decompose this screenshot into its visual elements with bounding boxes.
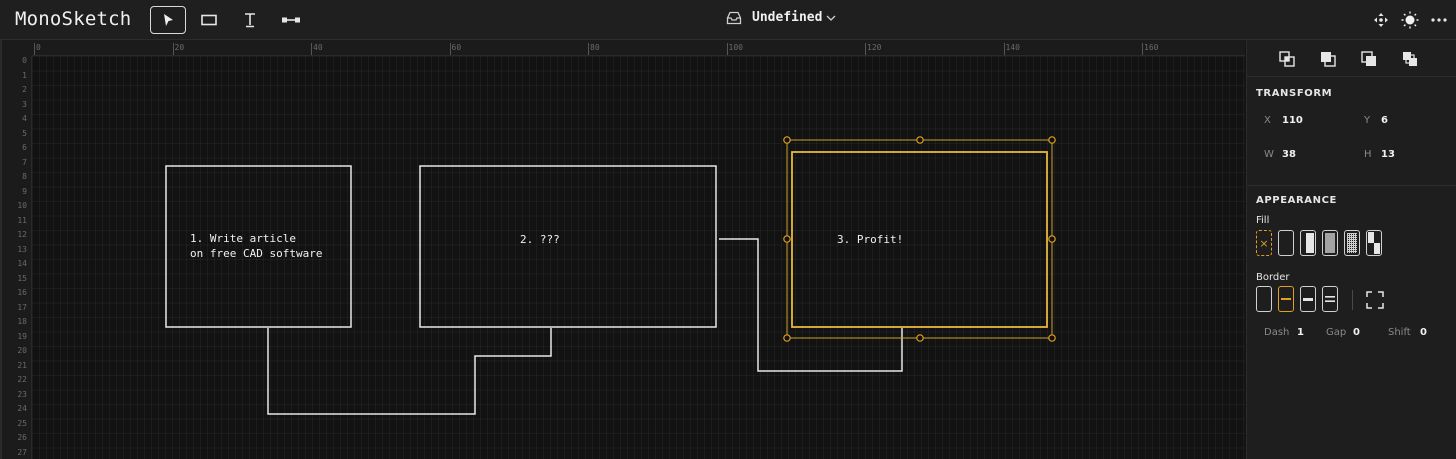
dash-label: Dash — [1264, 327, 1290, 338]
grid-fill-icon — [1347, 233, 1357, 253]
select-tool-button[interactable] — [150, 6, 186, 34]
send-to-back-button[interactable] — [1401, 50, 1419, 68]
line-tool-button[interactable] — [273, 6, 309, 34]
panel-divider — [1247, 76, 1456, 77]
connector-line-2[interactable] — [719, 238, 903, 372]
line-icon — [282, 17, 300, 23]
connector-line-1[interactable] — [267, 328, 552, 415]
rectangle-tool-button[interactable] — [191, 6, 227, 34]
border-none-option[interactable] — [1256, 286, 1272, 312]
y-label: Y — [1364, 115, 1371, 126]
theme-toggle-button[interactable] — [1400, 10, 1420, 30]
dash-value-input[interactable]: 1 — [1297, 327, 1304, 338]
border-double-option[interactable] — [1322, 286, 1338, 312]
rectangle-shape-3[interactable] — [791, 151, 1048, 328]
fill-solid-option[interactable] — [1300, 230, 1316, 256]
shape-text-2[interactable]: 2. ??? — [520, 232, 560, 247]
shift-value-input[interactable]: 0 — [1420, 327, 1427, 338]
document-name-dropdown[interactable]: Undefined — [726, 10, 836, 25]
drawing-canvas[interactable]: 0 20 40 60 80 100 120 140 160 0 1 2 3 4 5 6 7 8 9 10 11 12 13… — [0, 40, 1245, 459]
chevron-down-icon — [826, 15, 836, 21]
w-label: W — [1264, 149, 1274, 160]
fill-dotted-option[interactable] — [1322, 230, 1338, 256]
pointer-icon — [164, 14, 173, 26]
border-option-divider — [1352, 290, 1353, 310]
x-label: X — [1264, 115, 1271, 126]
fill-label: Fill — [1256, 215, 1270, 226]
document-name: Undefined — [752, 10, 823, 25]
gap-value-input[interactable]: 0 — [1353, 327, 1360, 338]
app-title: MonoSketch — [15, 8, 132, 30]
selection-handles[interactable] — [783, 136, 1056, 342]
shape-text-1[interactable]: 1. Write article on free CAD software — [190, 231, 322, 261]
rectangle-icon — [201, 14, 217, 26]
panel-divider — [1247, 185, 1456, 186]
x-value-input[interactable]: 110 — [1282, 115, 1303, 126]
more-icon — [1431, 18, 1447, 22]
rectangle-shape-2[interactable] — [419, 165, 717, 328]
h-label: H — [1364, 149, 1372, 160]
bring-forward-button[interactable] — [1319, 50, 1337, 68]
thin-border-icon — [1281, 298, 1291, 300]
w-value-input[interactable]: 38 — [1282, 149, 1296, 160]
move-button[interactable] — [1371, 10, 1391, 30]
bold-border-icon — [1303, 297, 1313, 301]
shift-label: Shift — [1388, 327, 1411, 338]
appearance-section-title: APPEARANCE — [1256, 195, 1337, 206]
corner-frame-icon — [1366, 291, 1384, 309]
top-toolbar: MonoSketch Undefined — [0, 0, 1456, 40]
send-to-back-icon — [1403, 52, 1417, 66]
send-backward-icon — [1361, 51, 1376, 66]
rounded-corner-button[interactable] — [1364, 289, 1386, 311]
transform-section-title: TRANSFORM — [1256, 88, 1333, 99]
properties-panel: TRANSFORM X 110 Y 6 W 38 H 13 APPEARANCE… — [1246, 40, 1456, 459]
dotted-fill-icon — [1325, 233, 1335, 253]
shape-text-3[interactable]: 3. Profit! — [837, 232, 903, 247]
border-bold-option[interactable] — [1300, 286, 1316, 312]
gap-label: Gap — [1326, 327, 1347, 338]
bring-to-front-button[interactable] — [1278, 50, 1296, 68]
move-icon — [1374, 13, 1388, 27]
checker-fill-icon — [1368, 232, 1380, 254]
text-icon — [245, 13, 255, 28]
h-value-input[interactable]: 13 — [1381, 149, 1395, 160]
send-backward-button[interactable] — [1360, 50, 1378, 68]
border-label: Border — [1256, 272, 1290, 283]
border-thin-option[interactable] — [1278, 286, 1294, 312]
fill-empty-option[interactable] — [1278, 230, 1294, 256]
shapes-layer — [165, 136, 1056, 415]
double-border-icon — [1325, 296, 1335, 302]
fill-checker-option[interactable] — [1366, 230, 1382, 256]
text-tool-button[interactable] — [232, 6, 268, 34]
theme-sun-icon — [1401, 11, 1419, 29]
no-fill-icon: × — [1259, 236, 1269, 250]
inbox-icon — [726, 11, 742, 24]
y-value-input[interactable]: 6 — [1381, 115, 1388, 126]
fill-grid-option[interactable] — [1344, 230, 1360, 256]
solid-fill-icon — [1306, 233, 1314, 253]
more-menu-button[interactable] — [1429, 10, 1449, 30]
selection-bounds — [786, 139, 1053, 339]
bring-to-front-icon — [1279, 51, 1295, 67]
fill-none-option[interactable]: × — [1256, 230, 1272, 256]
bring-forward-icon — [1321, 52, 1336, 67]
